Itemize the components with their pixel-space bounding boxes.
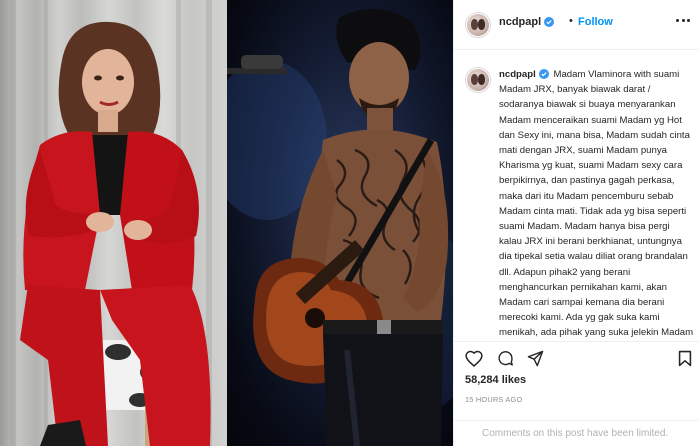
comment-icon[interactable]: [497, 350, 514, 367]
share-icon[interactable]: [527, 350, 544, 367]
caption-area: ncdpapl Madam Vlaminora with suami Madam…: [454, 51, 699, 341]
post-username[interactable]: ncdpapl: [499, 16, 555, 28]
comments-limited-notice: Comments on this post have been limited.: [454, 420, 699, 446]
follow-button[interactable]: Follow: [578, 16, 613, 28]
post-timestamp[interactable]: 15 HOURS AGO: [465, 395, 522, 404]
bookmark-icon[interactable]: [678, 350, 692, 367]
post-header: ncdpapl • Follow: [454, 0, 699, 50]
post-media[interactable]: [0, 0, 453, 446]
photo-guitarist-on-stage: [227, 0, 453, 446]
separator-dot: •: [569, 15, 573, 27]
caption-username[interactable]: ncdpapl: [499, 69, 536, 80]
post-actions: 58,284 likes 15 HOURS AGO Comments on th…: [454, 341, 699, 446]
post-sidebar: ncdpapl • Follow ncdpapl Madam Vlaminora…: [453, 0, 699, 446]
heart-icon[interactable]: [465, 350, 483, 367]
caption-avatar[interactable]: [465, 67, 491, 93]
photo-woman-red-suit: [0, 0, 227, 446]
caption-text: Madam Vlaminora with suami Madam JRX, ba…: [499, 69, 694, 339]
more-options-icon[interactable]: [676, 19, 690, 23]
caption: ncdpapl Madam Vlaminora with suami Madam…: [499, 67, 695, 341]
verified-badge-icon: [544, 17, 555, 27]
likes-count[interactable]: 58,284 likes: [465, 374, 526, 386]
verified-badge-icon: [538, 69, 549, 79]
avatar[interactable]: [465, 12, 491, 38]
